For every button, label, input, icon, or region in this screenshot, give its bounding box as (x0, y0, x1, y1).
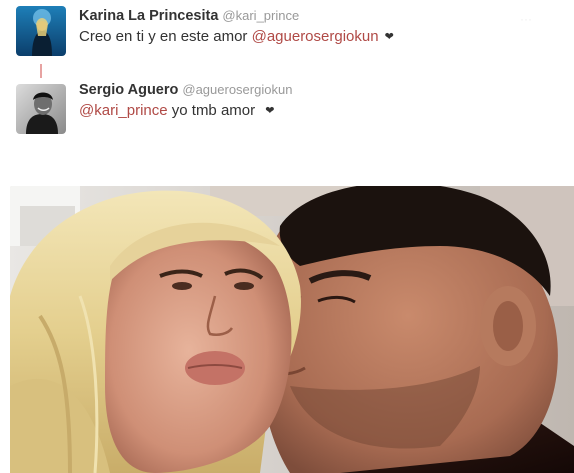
avatar[interactable] (16, 84, 66, 134)
avatar-icon (16, 84, 66, 134)
mention-link[interactable]: @kari_prince (79, 102, 168, 119)
heart-icon: ❤ (265, 105, 275, 117)
tweet-thread-page: Karina La Princesita @kari_prince Creo en… (0, 0, 574, 473)
photo-image (10, 186, 574, 473)
tweet-header: Karina La Princesita @kari_prince (79, 7, 559, 25)
mention-link[interactable]: @aguerosergiokun (252, 28, 379, 45)
tweet-actions: ··· (520, 12, 532, 26)
user-handle[interactable]: @kari_prince (222, 8, 299, 23)
conversation-connector (40, 64, 42, 78)
avatar[interactable] (16, 6, 66, 56)
user-fullname[interactable]: Karina La Princesita (79, 8, 218, 24)
heart-icon: ❤ (384, 31, 394, 43)
avatar-icon (16, 6, 66, 56)
tweet-text-part: Creo en ti y en este amor (79, 28, 252, 45)
tweet-photo[interactable] (10, 186, 574, 473)
user-handle[interactable]: @aguerosergiokun (182, 82, 292, 97)
tweet-content: Karina La Princesita @kari_prince Creo en… (79, 7, 559, 48)
tweet-content: Sergio Aguero @aguerosergiokun @kari_prin… (79, 81, 559, 122)
tweet-header: Sergio Aguero @aguerosergiokun (79, 81, 559, 99)
tweet-text: Creo en ti y en este amor @aguerosergiok… (79, 27, 559, 48)
user-fullname[interactable]: Sergio Aguero (79, 82, 178, 98)
tweet-text: @kari_prince yo tmb amor ❤ (79, 101, 559, 122)
tweet-text-part: yo tmb amor (167, 102, 260, 119)
